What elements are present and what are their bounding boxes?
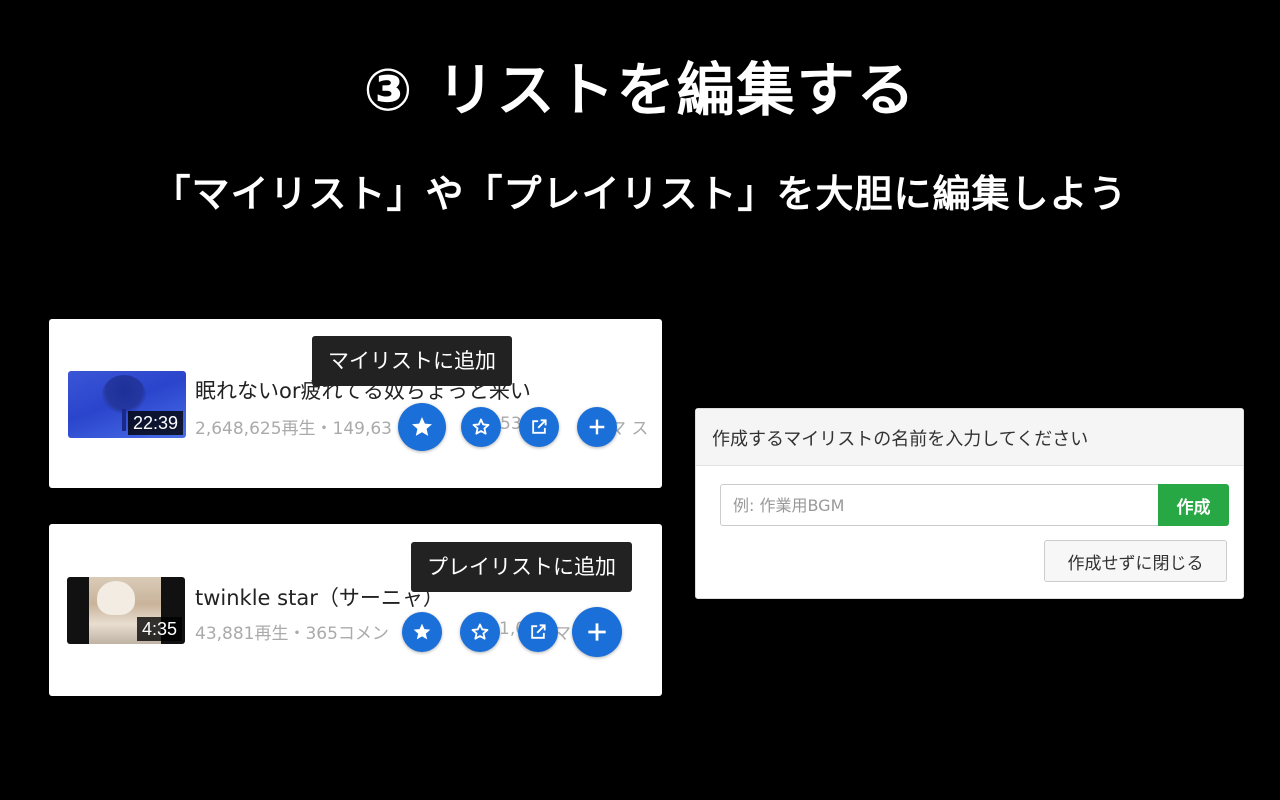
video-meta: 43,881再生・365コメン xyxy=(195,619,389,644)
video-meta-text: 2,648,625再生・149,63 xyxy=(195,419,393,439)
external-link-icon xyxy=(532,419,547,434)
dialog-title: 作成するマイリストの名前を入力してください xyxy=(712,429,1089,450)
add-playlist-button[interactable] xyxy=(577,407,617,447)
star-outline-icon xyxy=(472,418,490,435)
mylist-name-input[interactable] xyxy=(720,484,1158,526)
close-without-create-button[interactable]: 作成せずに閉じる xyxy=(1044,540,1227,582)
playlist-tooltip: プレイリストに追加 xyxy=(411,542,632,592)
page-subtitle: 「マイリスト」や「プレイリスト」を大胆に編集しよう xyxy=(152,172,1128,216)
video-thumbnail[interactable]: 4:35 xyxy=(67,577,185,644)
page-title: ③ リストを編集する xyxy=(363,56,917,124)
open-external-button[interactable] xyxy=(519,407,559,447)
thumbnail-tree-trunk xyxy=(122,409,126,431)
add-playlist-button[interactable] xyxy=(572,607,622,657)
add-favorite-button[interactable] xyxy=(461,407,501,447)
star-filled-icon xyxy=(412,417,432,436)
create-button[interactable]: 作成 xyxy=(1158,484,1229,526)
plus-icon xyxy=(589,419,605,435)
thumbnail-character xyxy=(97,581,135,615)
video-meta: 2,648,625再生・149,63 xyxy=(195,414,392,439)
video-card-2[interactable]: 4:35 twinkle star（サーニャ） 43,881再生・365コメン … xyxy=(49,524,662,696)
mylist-tooltip: マイリストに追加 xyxy=(312,336,512,386)
plus-icon xyxy=(588,623,606,641)
star-filled-icon xyxy=(413,623,431,640)
video-meta-text: 43,881再生・365コメン xyxy=(195,624,389,644)
add-favorite-button[interactable] xyxy=(460,612,500,652)
video-thumbnail[interactable]: 22:39 xyxy=(68,371,186,438)
external-link-icon xyxy=(531,624,546,639)
video-title[interactable]: twinkle star（サーニャ） xyxy=(195,582,444,612)
create-mylist-dialog: 作成するマイリストの名前を入力してください 作成 作成せずに閉じる xyxy=(695,408,1244,599)
open-external-button[interactable] xyxy=(518,612,558,652)
add-mylist-button[interactable] xyxy=(398,403,446,451)
video-duration: 22:39 xyxy=(127,411,183,435)
star-outline-icon xyxy=(471,623,489,640)
add-mylist-button[interactable] xyxy=(402,612,442,652)
video-card-1[interactable]: 22:39 眠れないor疲れてる奴ちょっと来い 2,648,625再生・149,… xyxy=(49,319,662,488)
video-duration: 4:35 xyxy=(136,617,182,641)
slide: ③ リストを編集する 「マイリスト」や「プレイリスト」を大胆に編集しよう 22:… xyxy=(0,0,1280,800)
dialog-header: 作成するマイリストの名前を入力してください xyxy=(696,409,1243,466)
